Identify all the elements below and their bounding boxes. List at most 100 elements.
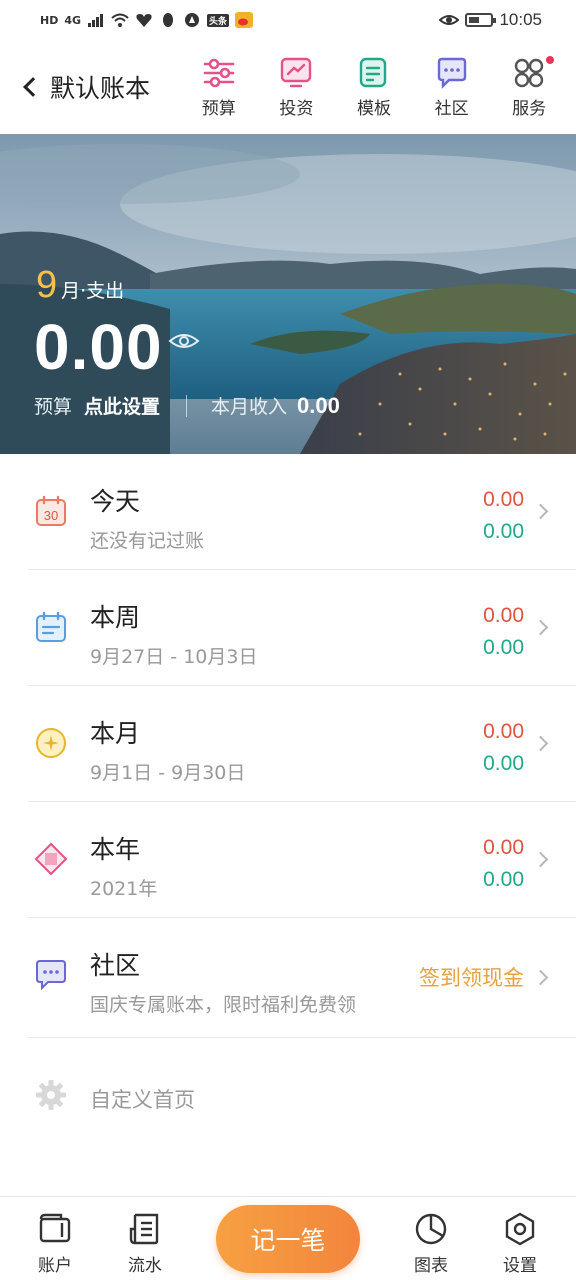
income-amount: 0.00 <box>483 868 524 891</box>
expense-amount: 0.00 <box>483 488 524 511</box>
expense-amount: 0.00 <box>483 836 524 859</box>
row-title: 本年 <box>90 835 141 864</box>
clock: 10:05 <box>499 10 542 29</box>
customize-home[interactable]: 自定义首页 <box>0 1060 576 1140</box>
calendar-icon: 30 <box>36 495 66 526</box>
tool-community-label: 社区 <box>434 98 469 119</box>
row-title: 本月 <box>90 719 141 748</box>
row-subtitle: 9月27日 - 10月3日 <box>90 646 258 668</box>
settings-icon <box>505 1212 535 1246</box>
row-month[interactable]: 本月 9月1日 - 9月30日 0.00 0.00 <box>0 686 576 802</box>
summary-banner[interactable]: 9 月·支出 0.00 预算 点此设置 本月收入 0.00 <box>0 134 576 454</box>
diamond-icon <box>34 842 68 876</box>
row-subtitle: 国庆专属账本，限时福利免费领 <box>90 994 357 1016</box>
income-amount: 0.00 <box>483 636 524 659</box>
week-icon <box>36 611 66 642</box>
compass-icon <box>185 13 200 27</box>
month-expense-title: 9 月·支出 <box>36 264 124 307</box>
nav-chart-label: 图表 <box>414 1256 448 1276</box>
chevron-right-icon <box>532 969 549 986</box>
record-button[interactable]: 记一笔 <box>216 1205 360 1273</box>
row-community[interactable]: 社区 国庆专属账本，限时福利免费领 签到领现金 <box>0 918 576 1038</box>
divider <box>186 394 188 417</box>
hd-badge: HD <box>40 13 59 27</box>
signal-icon <box>88 14 104 27</box>
moon-icon <box>36 728 66 758</box>
weibo-icon <box>235 12 254 28</box>
row-year[interactable]: 本年 2021年 0.00 0.00 <box>0 802 576 918</box>
invest-icon <box>281 57 312 87</box>
row-subtitle: 2021年 <box>90 878 158 900</box>
customize-home-label: 自定义首页 <box>90 1088 195 1112</box>
income-amount: 0.00 <box>483 520 524 543</box>
summary-list: 30 今天 还没有记过账 0.00 0.00 本周 9月27日 - 10月3日 … <box>0 454 576 1038</box>
pie-chart-icon <box>415 1213 447 1245</box>
row-subtitle: 9月1日 - 9月30日 <box>90 762 246 784</box>
notification-dot <box>546 55 555 64</box>
chevron-right-icon <box>532 851 549 868</box>
row-amounts: 0.00 0.00 <box>483 484 524 548</box>
budget-label: 预算 <box>34 396 73 418</box>
calendar-day: 30 <box>44 508 58 523</box>
nav-account-label: 账户 <box>38 1256 72 1276</box>
header: 默认账本 预算 投资 模板 社区 服务 <box>0 40 576 134</box>
row-amounts: 0.00 0.00 <box>483 716 524 780</box>
row-today[interactable]: 30 今天 还没有记过账 0.00 0.00 <box>0 454 576 570</box>
row-month-text: 本月 9月1日 - 9月30日 <box>90 714 245 785</box>
nav-settings-label: 设置 <box>503 1256 537 1276</box>
wallet-icon <box>39 1213 71 1243</box>
row-title: 今天 <box>90 487 141 516</box>
row-subtitle: 还没有记过账 <box>90 530 205 552</box>
tool-service[interactable]: 服务 <box>492 55 566 119</box>
row-week[interactable]: 本周 9月27日 - 10月3日 0.00 0.00 <box>0 570 576 686</box>
status-right: 10:05 <box>439 10 542 30</box>
income-label: 本月收入 <box>211 396 288 418</box>
bottom-nav: 账户 流水 记一笔 图表 设置 <box>0 1196 576 1280</box>
nav-flow[interactable]: 流水 <box>110 1211 180 1276</box>
status-bar: HD 4G 头条 10:05 <box>0 0 576 40</box>
nav-flow-label: 流水 <box>128 1256 162 1276</box>
chevron-right-icon <box>532 735 549 752</box>
row-year-text: 本年 2021年 <box>90 830 157 901</box>
toggle-visibility-icon[interactable] <box>168 330 200 352</box>
month-expense-amount: 0.00 <box>34 311 163 383</box>
budget-icon <box>203 58 235 87</box>
back-button[interactable]: 默认账本 <box>0 69 180 105</box>
community-icon <box>36 960 66 991</box>
row-amounts: 0.00 0.00 <box>483 832 524 896</box>
row-week-text: 本周 9月27日 - 10月3日 <box>90 598 257 669</box>
status-left: HD 4G 头条 <box>40 12 254 28</box>
month-number: 9 <box>36 264 58 306</box>
expense-amount: 0.00 <box>483 720 524 743</box>
eye-icon <box>439 15 460 25</box>
nav-chart[interactable]: 图表 <box>396 1211 466 1276</box>
battery-icon <box>465 13 497 27</box>
checkin-cash-link[interactable]: 签到领现金 <box>419 962 524 992</box>
network-badge: 4G <box>64 13 82 27</box>
row-title: 本周 <box>90 603 141 632</box>
row-today-text: 今天 还没有记过账 <box>90 482 204 553</box>
tool-community[interactable]: 社区 <box>415 56 489 119</box>
list-icon <box>129 1213 159 1245</box>
tool-invest[interactable]: 投资 <box>259 56 333 119</box>
heart-icon <box>136 14 152 27</box>
service-icon <box>514 58 544 87</box>
month-label: 月·支出 <box>61 280 125 302</box>
tool-template[interactable]: 模板 <box>337 56 411 119</box>
row-title: 社区 <box>90 951 141 980</box>
budget-income-row: 预算 点此设置 本月收入 0.00 <box>34 392 340 419</box>
chevron-right-icon <box>532 619 549 636</box>
template-icon <box>359 57 387 87</box>
tool-budget-label: 预算 <box>201 98 236 119</box>
qq-icon <box>163 13 174 27</box>
budget-set-link[interactable]: 点此设置 <box>84 392 160 419</box>
community-icon <box>437 57 466 89</box>
expense-amount: 0.00 <box>483 604 524 627</box>
nav-account[interactable]: 账户 <box>20 1211 90 1276</box>
header-tools: 预算 投资 模板 社区 服务 <box>180 55 576 119</box>
chevron-right-icon <box>532 503 549 520</box>
tool-invest-label: 投资 <box>279 98 314 119</box>
income-value: 0.00 <box>297 392 340 418</box>
nav-settings[interactable]: 设置 <box>485 1211 555 1276</box>
tool-budget[interactable]: 预算 <box>182 56 256 119</box>
